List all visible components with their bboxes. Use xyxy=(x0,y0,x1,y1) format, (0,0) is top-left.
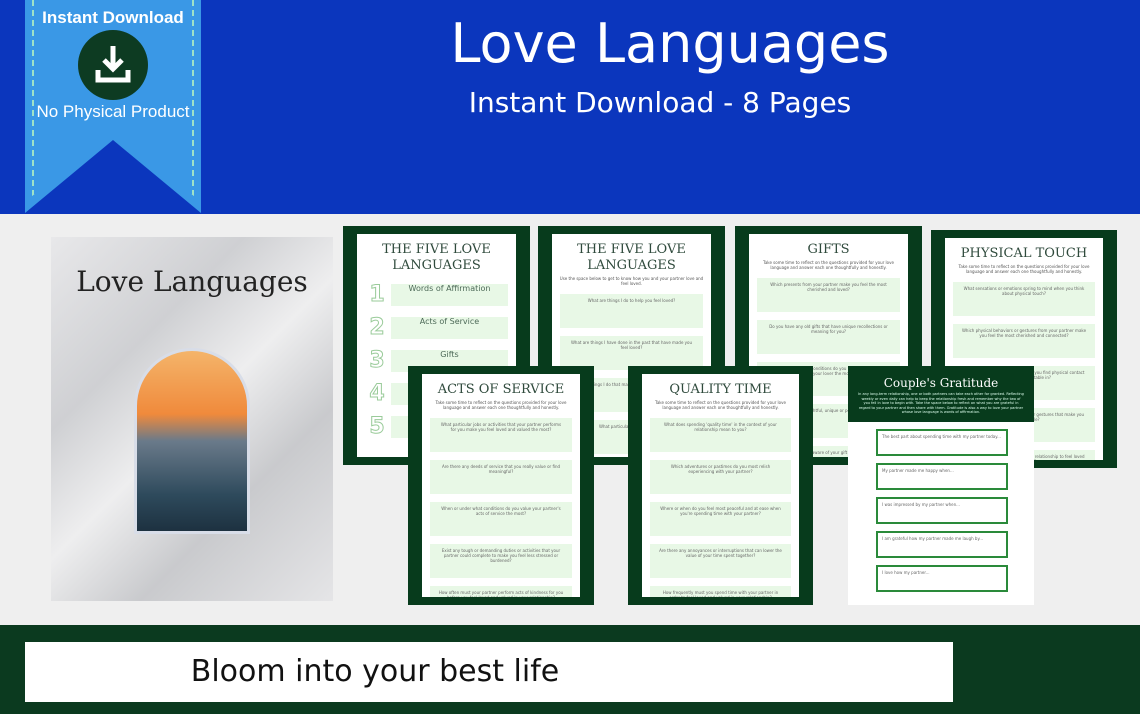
page-title: PHYSICAL TOUCH xyxy=(960,246,1088,261)
gratitude-page: Couple's Gratitude In any long-term relat… xyxy=(848,366,1034,605)
question-box: Which presents from your partner make yo… xyxy=(757,278,900,312)
language-label: Acts of Service xyxy=(391,316,508,339)
question-box: What particular jobs or activities that … xyxy=(430,418,572,452)
question-box: How frequently must you spend time with … xyxy=(650,586,791,597)
gratitude-prompt: I am grateful how my partner made me lau… xyxy=(876,531,1008,558)
question-box: Which physical behaviors or gestures fro… xyxy=(953,324,1095,358)
question-box: What does spending 'quality time' in the… xyxy=(650,418,791,452)
page-content: QUALITY TIME Take some time to reflect on… xyxy=(642,374,799,597)
cover-page: Love Languages xyxy=(51,237,333,601)
language-item: 1 Words of Affirmation xyxy=(367,282,508,308)
page-intro: Take some time to reflect on the questio… xyxy=(435,400,567,410)
question-box: Are there any annoyances or interruption… xyxy=(650,544,791,578)
gratitude-title: Couple's Gratitude xyxy=(883,376,999,390)
page-intro: Take some time to reflect on the questio… xyxy=(763,260,894,270)
language-number: 5 xyxy=(369,414,385,440)
page-title: ACTS OF SERVICE xyxy=(437,382,565,397)
download-icon xyxy=(78,30,148,100)
tagline-box: Bloom into your best life xyxy=(25,642,953,702)
page-acts: ACTS OF SERVICE Take some time to reflect… xyxy=(408,366,594,605)
question-box: Do you have any old gifts that have uniq… xyxy=(757,320,900,354)
question-box: Which adventures or pastimes do you most… xyxy=(650,460,791,494)
page-title: QUALITY TIME xyxy=(669,382,772,397)
question-box: What sensations or emotions spring to mi… xyxy=(953,282,1095,316)
tagline: Bloom into your best life xyxy=(190,654,560,689)
cover-title: Love Languages xyxy=(76,265,308,298)
product-subtitle: Instant Download - 8 Pages xyxy=(468,86,852,119)
language-number: 4 xyxy=(369,381,385,407)
page-intro: Take some time to reflect on the questio… xyxy=(655,400,786,410)
page-intro: Take some time to reflect on the questio… xyxy=(958,264,1090,274)
page-title: GIFTS xyxy=(807,242,850,257)
question-box: Are there any deeds of service that you … xyxy=(430,460,572,494)
couple-photo xyxy=(134,348,250,534)
question-box: Where or when do you feel most peaceful … xyxy=(650,502,791,536)
ribbon-title: Instant Download xyxy=(42,8,184,27)
page-intro: Use the space below to get to know how y… xyxy=(559,276,704,286)
page-title: THE FIVE LOVE LANGUAGES xyxy=(382,242,491,273)
question-box: When or under what conditions do you val… xyxy=(430,502,572,536)
page-content: ACTS OF SERVICE Take some time to reflect… xyxy=(422,374,580,597)
question-box: Exist any tough or demanding duties or a… xyxy=(430,544,572,578)
product-title: Love Languages xyxy=(450,12,890,75)
ribbon-subtitle: No Physical Product xyxy=(36,102,190,121)
language-number: 3 xyxy=(369,348,385,374)
page-title: THE FIVE LOVE LANGUAGES xyxy=(577,242,686,273)
language-number: 2 xyxy=(369,315,385,341)
gratitude-header: Couple's Gratitude In any long-term relat… xyxy=(848,366,1034,422)
language-number: 1 xyxy=(369,282,385,308)
gratitude-prompt: My partner made me happy when... xyxy=(876,463,1008,490)
gratitude-prompt: The best part about spending time with m… xyxy=(876,429,1008,456)
question-box: How often must your partner perform acts… xyxy=(430,586,572,597)
gratitude-prompt: I love how my partner... xyxy=(876,565,1008,592)
page-quality: QUALITY TIME Take some time to reflect on… xyxy=(628,366,813,605)
gratitude-prompt: I was impressed by my partner when... xyxy=(876,497,1008,524)
question-box: What are things I have done in the past … xyxy=(560,336,703,370)
gratitude-intro: In any long-term relationship, one or bo… xyxy=(858,392,1024,414)
language-item: 2 Acts of Service xyxy=(367,315,508,341)
question-box: What are things I do to help you feel lo… xyxy=(560,294,703,328)
language-label: Words of Affirmation xyxy=(391,283,508,306)
